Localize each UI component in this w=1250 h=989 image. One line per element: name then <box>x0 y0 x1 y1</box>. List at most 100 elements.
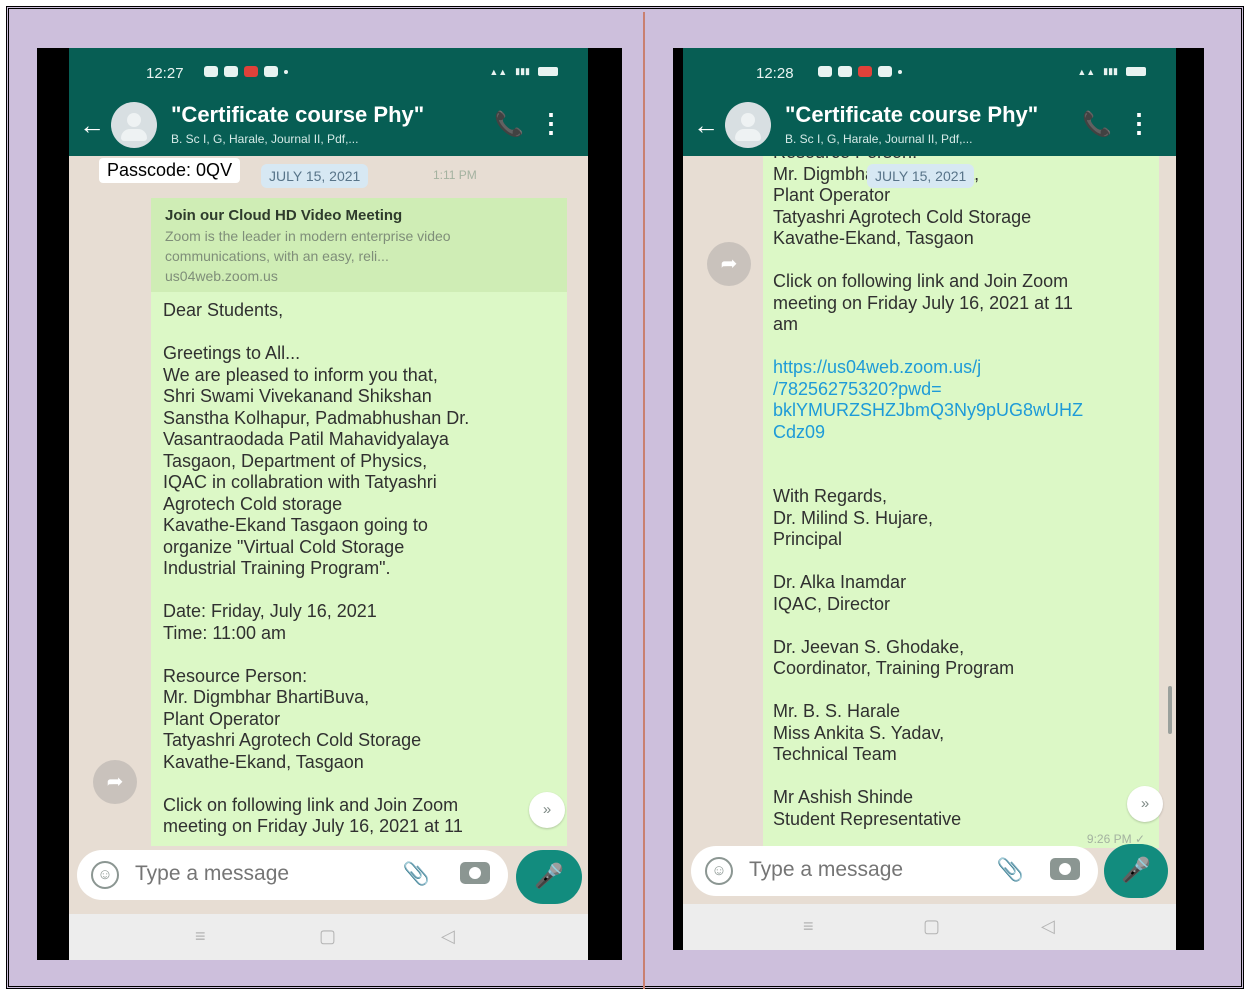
message-bubble[interactable]: Join our Cloud HD Video Meeting Zoom is … <box>151 198 567 846</box>
more-options-icon[interactable]: ⋮ <box>1126 108 1152 139</box>
forward-icon[interactable]: ➦ <box>707 242 751 286</box>
message-line: Dr. Jeevan S. Ghodake, <box>773 636 965 657</box>
message-input[interactable] <box>749 858 969 882</box>
more-options-icon[interactable]: ⋮ <box>538 108 564 139</box>
notification-icon <box>818 66 832 77</box>
message-line: Coordinator, Training Program <box>773 658 1015 678</box>
add-call-icon[interactable]: 📞 <box>1082 110 1112 139</box>
message-input-bar[interactable]: ☺ 📎 <box>691 846 1098 896</box>
link-line: bklYMURZSHZJbmQ3Ny9pUG8wUHZ <box>773 400 1084 420</box>
link-preview-description: Zoom is the leader in modern enterprise … <box>165 228 451 264</box>
link-line: /78256275320?pwd= <box>773 378 942 399</box>
system-navigation-bar: ≡ ▢ ◁ <box>69 914 588 960</box>
message-time: 1:11 PM <box>433 168 477 182</box>
message-input[interactable] <box>135 862 365 886</box>
message-line: Mr. B. S. Harale <box>773 701 901 721</box>
message-line: Agrotech Cold storage <box>163 493 343 514</box>
chat-header: ← "Certificate course Phy" B. Sc I, G, H… <box>683 94 1176 156</box>
chat-participants[interactable]: B. Sc I, G, Harale, Journal II, Pdf,... <box>171 132 358 146</box>
message-line: Resource Person: <box>773 156 1149 164</box>
battery-icon <box>538 67 558 76</box>
signal-icon: ▮▮▮ <box>515 66 530 76</box>
camera-icon[interactable] <box>460 862 490 884</box>
message-line: am <box>773 314 799 334</box>
message-text: Dear Students, Greetings to All... We are … <box>163 300 555 838</box>
message-line: Tasgaon, Department of Physics, <box>163 450 428 471</box>
previous-message-snippet: Passcode: 0QV <box>99 158 241 183</box>
message-line <box>773 766 1149 788</box>
attach-icon[interactable]: 📎 <box>403 861 430 887</box>
battery-icon <box>1126 67 1146 76</box>
message-line <box>163 580 555 602</box>
back-arrow-icon[interactable]: ← <box>79 110 105 141</box>
chat-participants[interactable]: B. Sc I, G, Harale, Journal II, Pdf,... <box>785 132 972 146</box>
message-list[interactable]: Passcode: 0QV JULY 15, 2021 1:11 PM ➦ Jo… <box>69 156 588 858</box>
add-call-icon[interactable]: 📞 <box>494 110 524 139</box>
notification-icons <box>204 66 288 77</box>
recent-apps-icon[interactable]: ≡ <box>195 926 206 947</box>
message-list[interactable]: ➦ Resource Person:Mr. Digmbhar BhartiBuv… <box>683 156 1176 848</box>
message-line: Dr. Milind S. Hujare, <box>773 507 934 528</box>
group-avatar[interactable] <box>111 102 157 148</box>
home-icon[interactable]: ▢ <box>923 916 940 937</box>
back-arrow-icon[interactable]: ← <box>693 110 719 141</box>
system-status-icons: ▲▲ ▮▮▮ <box>1077 66 1146 77</box>
date-chip: JULY 15, 2021 <box>261 164 369 188</box>
message-line <box>773 443 1149 465</box>
chat-title[interactable]: "Certificate course Phy" <box>785 102 1038 128</box>
system-navigation-bar: ≡ ▢ ◁ <box>683 904 1176 950</box>
message-line: With Regards, <box>773 486 888 506</box>
notification-icon <box>838 66 852 77</box>
message-line: Industrial Training Program". <box>163 558 391 578</box>
message-line: Greetings to All... <box>163 343 301 363</box>
system-back-icon[interactable]: ◁ <box>441 926 455 947</box>
message-input-bar[interactable]: ☺ 📎 <box>77 850 508 900</box>
status-bar: 12:28 ▲▲ ▮▮▮ <box>683 48 1176 94</box>
message-line: Student Representative <box>773 808 962 829</box>
scroll-down-icon[interactable]: » <box>529 792 565 828</box>
message-bubble[interactable]: Resource Person:Mr. Digmbhar BhartiBuva,… <box>763 156 1159 848</box>
message-line: Click on following link and Join Zoom <box>773 271 1069 291</box>
link-preview-domain: us04web.zoom.us <box>165 268 278 284</box>
forward-icon[interactable]: ➦ <box>93 760 137 804</box>
notification-icons <box>818 66 902 77</box>
voice-message-button[interactable]: 🎤 <box>516 850 582 904</box>
scroll-down-icon[interactable]: » <box>1127 786 1163 822</box>
message-line <box>773 615 1149 637</box>
home-icon[interactable]: ▢ <box>319 926 336 947</box>
message-line <box>773 680 1149 702</box>
scrollbar-thumb[interactable] <box>1168 686 1172 734</box>
message-line <box>773 465 1149 487</box>
more-notifications-dot-icon <box>284 70 288 74</box>
notification-icon <box>878 66 892 77</box>
column-divider <box>643 12 645 989</box>
message-line: Mr Ashish Shinde <box>773 787 914 807</box>
system-back-icon[interactable]: ◁ <box>1041 916 1055 937</box>
notification-icon <box>224 66 238 77</box>
notification-icon <box>264 66 278 77</box>
attach-icon[interactable]: 📎 <box>997 857 1024 883</box>
camera-icon[interactable] <box>1050 858 1080 880</box>
message-line: Click on following link and Join Zoom <box>163 794 459 815</box>
app-notification-icon <box>244 66 258 77</box>
chat-title[interactable]: "Certificate course Phy" <box>171 102 424 128</box>
group-avatar[interactable] <box>725 102 771 148</box>
signal-icon: ▮▮▮ <box>1103 66 1118 76</box>
message-line: IQAC, Director <box>773 593 891 614</box>
emoji-icon[interactable]: ☺ <box>91 861 119 889</box>
link-line: Cdz09 <box>773 421 826 442</box>
recent-apps-icon[interactable]: ≡ <box>803 916 814 937</box>
voice-message-button[interactable]: 🎤 <box>1104 844 1168 898</box>
link-preview[interactable]: Join our Cloud HD Video Meeting Zoom is … <box>151 198 567 292</box>
message-line <box>773 336 1149 358</box>
emoji-icon[interactable]: ☺ <box>705 857 733 885</box>
status-time: 12:28 <box>756 65 794 82</box>
right-chat-screen: 12:28 ▲▲ ▮▮▮ ← "Certificate course Phy" … <box>683 48 1176 950</box>
zoom-meeting-link[interactable]: https://us04web.zoom.us/j/78256275320?pw… <box>773 357 1149 443</box>
message-line: We are pleased to inform you that, <box>163 364 438 385</box>
message-line <box>163 644 555 666</box>
message-line <box>163 773 555 795</box>
message-line: IQAC in collabration with Tatyashri <box>163 472 437 492</box>
message-line: Plant Operator <box>163 708 281 729</box>
message-line: Kavathe-Ekand, Tasgaon <box>163 751 364 772</box>
